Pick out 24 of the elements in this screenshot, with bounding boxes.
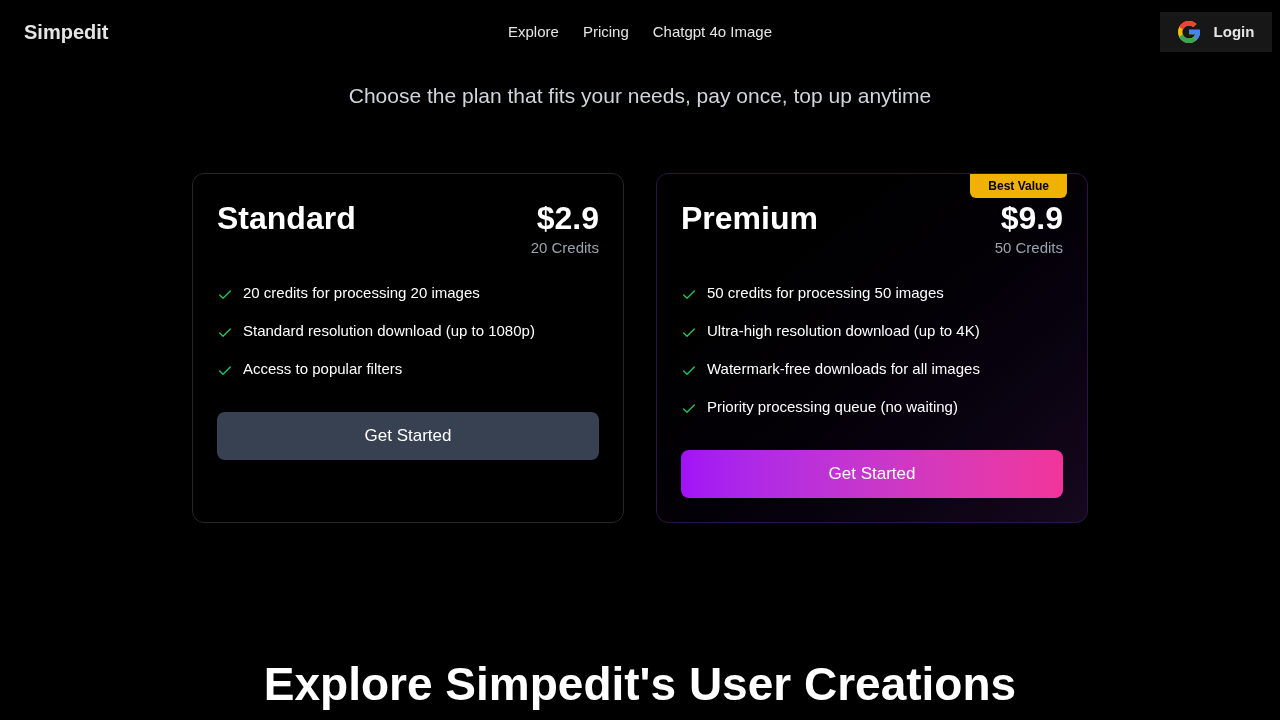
google-g-icon [1177,21,1200,43]
get-started-button[interactable]: Get Started [217,412,599,460]
plan-feature: Access to popular filters [243,359,403,379]
plan-feature: 50 credits for processing 50 images [707,283,944,303]
plan-price: $2.9 [536,199,599,238]
plan-feature: Watermark-free downloads for all images [707,359,980,379]
nav-link[interactable]: Chatgpt 4o Image [652,20,772,44]
login-button[interactable]: Login [1160,12,1272,52]
plan-feature: Priority processing queue (no waiting) [707,397,958,417]
plan-name: Standard [217,199,356,238]
logo-text[interactable]: Simpedit [24,17,109,47]
plan-credits: 50 Credits [994,238,1063,258]
plan-feature: Ultra-high resolution download (up to 4K) [707,321,980,341]
pricing-subtitle: Choose the plan that fits your needs, pay once, top up anytime [347,83,933,109]
plan-price: $9.9 [1000,199,1063,238]
best-value-badge: Best Value [970,174,1067,198]
get-started-button[interactable]: Get Started [681,450,1063,498]
section-heading: Explore Simpedit's User Creations [262,657,1018,712]
plan-name: Premium [681,199,818,238]
plan-feature: 20 credits for processing 20 images [243,283,480,303]
plan-feature: Standard resolution download (up to 1080p) [243,321,535,341]
plan-credits: 20 Credits [530,238,599,258]
nav-link[interactable]: Explore [508,20,559,44]
nav-link[interactable]: Pricing [582,20,629,44]
